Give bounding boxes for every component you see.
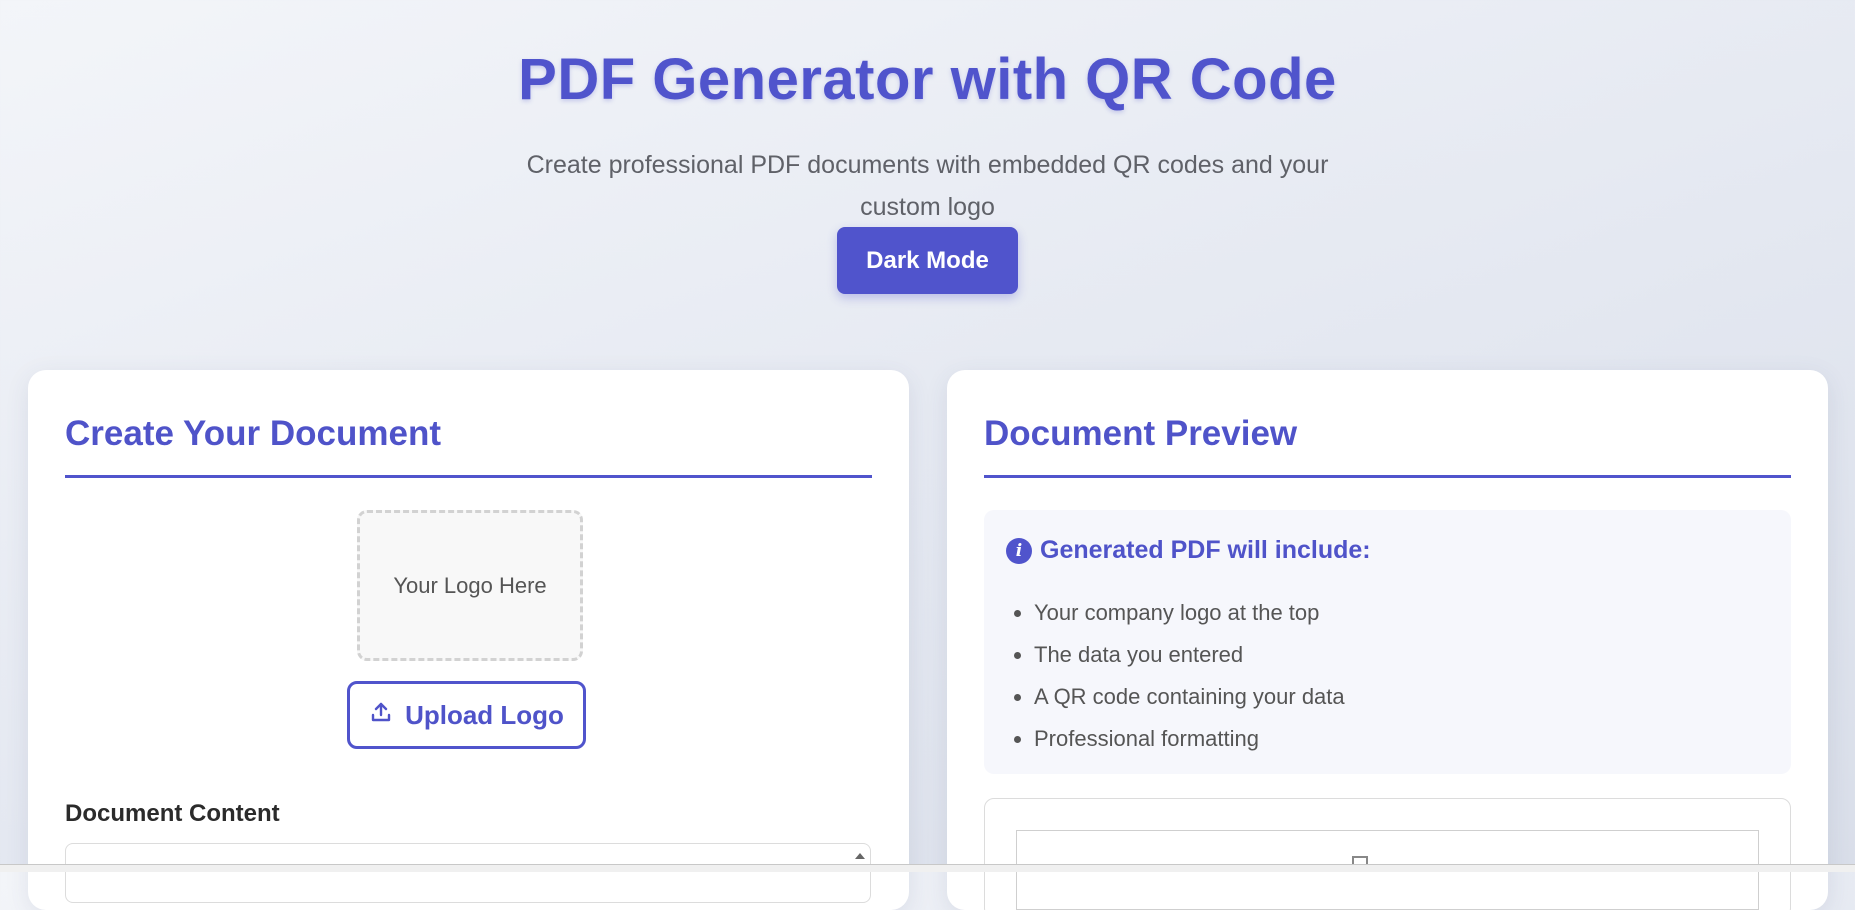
logo-placeholder-text: Your Logo Here	[393, 572, 547, 598]
logo-placeholder: Your Logo Here	[357, 510, 583, 661]
create-card-title: Create Your Document	[65, 414, 442, 453]
pdf-preview-frame	[984, 798, 1791, 910]
create-document-card: Create Your Document Your Logo Here Uplo…	[28, 370, 909, 910]
upload-logo-button[interactable]: Upload Logo	[347, 681, 586, 749]
list-item: Professional formatting	[1004, 718, 1345, 760]
upload-icon	[369, 700, 393, 731]
list-item: The data you entered	[1004, 634, 1345, 676]
info-list: Your company logo at the top The data yo…	[1004, 592, 1345, 760]
page-subtitle: Create professional PDF documents with e…	[526, 151, 1329, 221]
document-content-textarea[interactable]	[65, 843, 871, 903]
pdf-info-box: i Generated PDF will include: Your compa…	[984, 510, 1791, 774]
info-title: Generated PDF will include:	[1040, 536, 1371, 564]
preview-card-title: Document Preview	[984, 414, 1298, 453]
dark-mode-button[interactable]: Dark Mode	[837, 227, 1018, 294]
info-heading: i Generated PDF will include:	[1006, 536, 1371, 565]
title-divider	[984, 475, 1791, 478]
upload-logo-label: Upload Logo	[405, 699, 564, 730]
info-icon: i	[1006, 537, 1032, 564]
list-item: A QR code containing your data	[1004, 676, 1345, 718]
list-item: Your company logo at the top	[1004, 592, 1345, 634]
document-content-label: Document Content	[65, 800, 280, 827]
document-preview-card: Document Preview i Generated PDF will in…	[947, 370, 1828, 910]
title-divider	[65, 475, 872, 478]
page-title: PDF Generator with QR Code	[518, 47, 1337, 112]
